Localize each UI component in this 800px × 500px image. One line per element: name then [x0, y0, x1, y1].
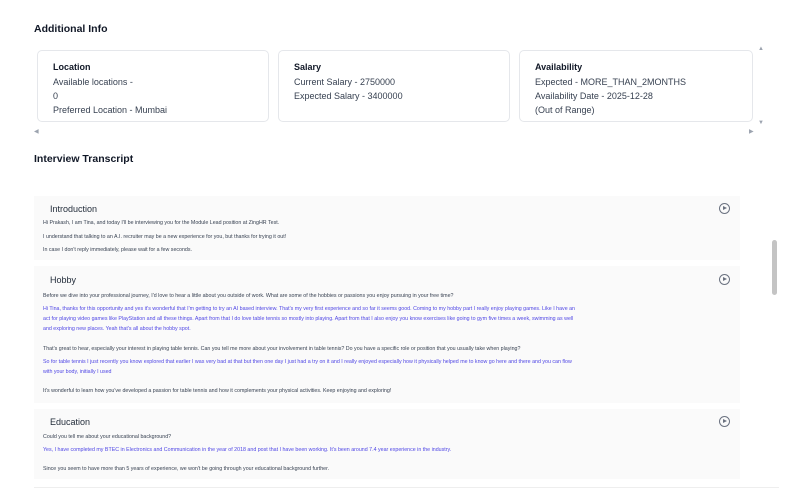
transcript-line: Before we dive into your professional jo…: [43, 293, 454, 299]
transcript-line: So for table tennis I just recently you …: [43, 359, 572, 365]
transcript-line: Hi Prakash, I am Tina, and today I'll be…: [43, 220, 280, 226]
available-locations-value: 0: [53, 91, 59, 101]
play-icon[interactable]: [719, 274, 730, 285]
transcript-line: In case I don't reply immediately, pleas…: [43, 247, 193, 253]
transcript-line: Yes, I have completed my BTEC in Electro…: [43, 447, 452, 453]
page-scrollbar-thumb[interactable]: [772, 240, 777, 295]
section-title-introduction: Introduction: [50, 204, 98, 214]
interview-transcript-title: Interview Transcript: [34, 153, 134, 165]
transcript-section-introduction: Introduction Hi Prakash, I am Tina, and …: [34, 196, 740, 260]
scroll-down-icon[interactable]: ▼: [758, 120, 764, 126]
transcript-line: Since you seem to have more than 5 years…: [43, 466, 330, 472]
location-heading: Location: [53, 62, 91, 72]
availability-heading: Availability: [535, 62, 583, 72]
availability-card: Availability Expected - MORE_THAN_2MONTH…: [519, 50, 753, 122]
play-icon[interactable]: [719, 416, 730, 427]
preferred-location: Preferred Location - Mumbai: [53, 105, 168, 115]
location-card: Location Available locations - 0 Preferr…: [37, 50, 269, 122]
available-locations-label: Available locations -: [53, 77, 133, 87]
expected-salary: Expected Salary - 3400000: [294, 91, 403, 101]
transcript-line: It's wonderful to learn how you've devel…: [43, 388, 392, 394]
play-icon[interactable]: [719, 203, 730, 214]
transcript-line: with your body, initially I used: [43, 369, 112, 375]
info-cards-row: Location Available locations - 0 Preferr…: [37, 50, 753, 124]
availability-range-note: (Out of Range): [535, 105, 595, 115]
transcript-line: I understand that talking to an A.I. rec…: [43, 234, 287, 240]
transcript-line: act for playing video games like PlaySta…: [43, 316, 574, 322]
current-salary: Current Salary - 2750000: [294, 77, 396, 87]
salary-heading: Salary: [294, 62, 322, 72]
section-title-hobby: Hobby: [50, 275, 77, 285]
transcript-line: Hi Tina, thanks for this opportunity and…: [43, 306, 576, 312]
transcript-section-education: Education Could you tell me about your e…: [34, 409, 740, 479]
salary-card: Salary Current Salary - 2750000 Expected…: [278, 50, 510, 122]
transcript-line: Could you tell me about your educational…: [43, 434, 172, 440]
bottom-divider: [34, 487, 779, 488]
transcript-line: and exploring new places. Yeah that's al…: [43, 326, 191, 332]
scroll-right-icon[interactable]: ▶: [749, 128, 754, 135]
availability-expected: Expected - MORE_THAN_2MONTHS: [535, 77, 687, 87]
scroll-left-icon[interactable]: ◀: [34, 128, 39, 135]
availability-date: Availability Date - 2025-12-28: [535, 91, 653, 101]
additional-info-title: Additional Info: [34, 23, 108, 35]
section-title-education: Education: [50, 417, 91, 427]
scroll-up-icon[interactable]: ▲: [758, 46, 764, 52]
transcript-line: That's great to hear, especially your in…: [43, 346, 521, 352]
transcript-section-hobby: Hobby Before we dive into your professio…: [34, 266, 740, 403]
